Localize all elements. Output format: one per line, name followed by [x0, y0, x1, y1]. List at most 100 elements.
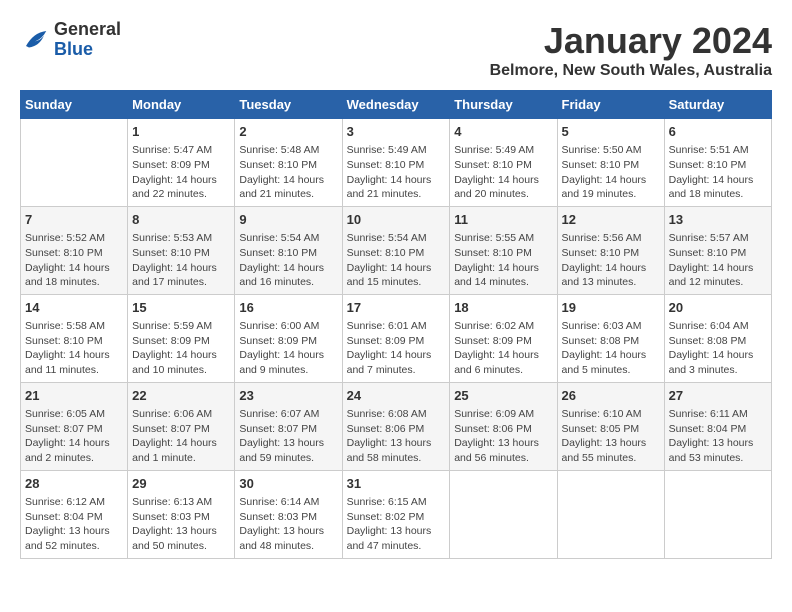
calendar-cell: 8Sunrise: 5:53 AM Sunset: 8:10 PM Daylig… — [128, 206, 235, 294]
calendar-cell: 21 Sunrise: 6:05 AM Sunset: 8:07 PM Dayli… — [21, 382, 128, 470]
day-number: 30 — [239, 475, 337, 493]
day-number: 16 — [239, 299, 337, 317]
day-info: Sunrise: 5:48 AM Sunset: 8:10 PM Dayligh… — [239, 143, 337, 202]
day-number: 5 — [562, 123, 660, 141]
day-header-saturday: Saturday — [664, 91, 771, 119]
calendar-cell: 19 Sunrise: 6:03 AM Sunset: 8:08 PM Dayli… — [557, 294, 664, 382]
day-number: 27 — [669, 387, 767, 405]
day-header-monday: Monday — [128, 91, 235, 119]
day-info: Sunrise: 5:55 AM Sunset: 8:10 PM Dayligh… — [454, 231, 552, 290]
day-number: 1 — [132, 123, 230, 141]
calendar-cell: 11Sunrise: 5:55 AM Sunset: 8:10 PM Dayli… — [450, 206, 557, 294]
day-info: Sunrise: 6:11 AM Sunset: 8:04 PM Dayligh… — [669, 407, 767, 466]
day-info: Sunrise: 5:59 AM Sunset: 8:09 PM Dayligh… — [132, 319, 230, 378]
logo-text: General Blue — [54, 20, 121, 60]
day-info: Sunrise: 5:47 AM Sunset: 8:09 PM Dayligh… — [132, 143, 230, 202]
header-row: SundayMondayTuesdayWednesdayThursdayFrid… — [21, 91, 772, 119]
day-info: Sunrise: 6:06 AM Sunset: 8:07 PM Dayligh… — [132, 407, 230, 466]
day-number: 20 — [669, 299, 767, 317]
day-number: 31 — [347, 475, 446, 493]
day-header-sunday: Sunday — [21, 91, 128, 119]
day-number: 9 — [239, 211, 337, 229]
day-number: 29 — [132, 475, 230, 493]
calendar-cell — [21, 119, 128, 207]
day-info: Sunrise: 6:10 AM Sunset: 8:05 PM Dayligh… — [562, 407, 660, 466]
calendar-cell: 13 Sunrise: 5:57 AM Sunset: 8:10 PM Dayli… — [664, 206, 771, 294]
calendar-cell: 2Sunrise: 5:48 AM Sunset: 8:10 PM Daylig… — [235, 119, 342, 207]
day-number: 25 — [454, 387, 552, 405]
day-header-tuesday: Tuesday — [235, 91, 342, 119]
day-number: 7 — [25, 211, 123, 229]
day-info: Sunrise: 5:51 AM Sunset: 8:10 PM Dayligh… — [669, 143, 767, 202]
day-info: Sunrise: 5:57 AM Sunset: 8:10 PM Dayligh… — [669, 231, 767, 290]
calendar-cell: 18Sunrise: 6:02 AM Sunset: 8:09 PM Dayli… — [450, 294, 557, 382]
day-number: 28 — [25, 475, 123, 493]
calendar-cell — [664, 470, 771, 558]
calendar-cell: 23Sunrise: 6:07 AM Sunset: 8:07 PM Dayli… — [235, 382, 342, 470]
day-number: 21 — [25, 387, 123, 405]
calendar-cell: 17 Sunrise: 6:01 AM Sunset: 8:09 PM Dayli… — [342, 294, 450, 382]
day-info: Sunrise: 5:52 AM Sunset: 8:10 PM Dayligh… — [25, 231, 123, 290]
day-info: Sunrise: 6:01 AM Sunset: 8:09 PM Dayligh… — [347, 319, 446, 378]
day-info: Sunrise: 6:00 AM Sunset: 8:09 PM Dayligh… — [239, 319, 337, 378]
day-number: 14 — [25, 299, 123, 317]
day-info: Sunrise: 6:08 AM Sunset: 8:06 PM Dayligh… — [347, 407, 446, 466]
subtitle: Belmore, New South Wales, Australia — [490, 62, 772, 80]
day-number: 24 — [347, 387, 446, 405]
day-number: 13 — [669, 211, 767, 229]
calendar-cell: 16 Sunrise: 6:00 AM Sunset: 8:09 PM Dayli… — [235, 294, 342, 382]
day-number: 22 — [132, 387, 230, 405]
day-info: Sunrise: 6:14 AM Sunset: 8:03 PM Dayligh… — [239, 495, 337, 554]
calendar-cell: 28 Sunrise: 6:12 AM Sunset: 8:04 PM Dayli… — [21, 470, 128, 558]
day-info: Sunrise: 6:03 AM Sunset: 8:08 PM Dayligh… — [562, 319, 660, 378]
day-info: Sunrise: 5:49 AM Sunset: 8:10 PM Dayligh… — [454, 143, 552, 202]
calendar-cell: 3 Sunrise: 5:49 AM Sunset: 8:10 PM Daylig… — [342, 119, 450, 207]
calendar-cell: 6 Sunrise: 5:51 AM Sunset: 8:10 PM Daylig… — [664, 119, 771, 207]
logo-icon — [20, 25, 50, 55]
calendar-week-5: 28 Sunrise: 6:12 AM Sunset: 8:04 PM Dayli… — [21, 470, 772, 558]
day-info: Sunrise: 5:49 AM Sunset: 8:10 PM Dayligh… — [347, 143, 446, 202]
calendar-cell: 26 Sunrise: 6:10 AM Sunset: 8:05 PM Dayli… — [557, 382, 664, 470]
day-number: 17 — [347, 299, 446, 317]
calendar-cell: 15Sunrise: 5:59 AM Sunset: 8:09 PM Dayli… — [128, 294, 235, 382]
day-number: 3 — [347, 123, 446, 141]
calendar-cell: 31 Sunrise: 6:15 AM Sunset: 8:02 PM Dayli… — [342, 470, 450, 558]
calendar-cell: 20 Sunrise: 6:04 AM Sunset: 8:08 PM Dayli… — [664, 294, 771, 382]
day-number: 10 — [347, 211, 446, 229]
day-number: 18 — [454, 299, 552, 317]
day-info: Sunrise: 5:58 AM Sunset: 8:10 PM Dayligh… — [25, 319, 123, 378]
day-info: Sunrise: 6:15 AM Sunset: 8:02 PM Dayligh… — [347, 495, 446, 554]
calendar-table: SundayMondayTuesdayWednesdayThursdayFrid… — [20, 90, 772, 559]
day-number: 26 — [562, 387, 660, 405]
header: General Blue January 2024 Belmore, New S… — [20, 20, 772, 80]
calendar-cell — [450, 470, 557, 558]
day-info: Sunrise: 6:09 AM Sunset: 8:06 PM Dayligh… — [454, 407, 552, 466]
calendar-cell: 29Sunrise: 6:13 AM Sunset: 8:03 PM Dayli… — [128, 470, 235, 558]
calendar-cell: 7 Sunrise: 5:52 AM Sunset: 8:10 PM Daylig… — [21, 206, 128, 294]
day-info: Sunrise: 5:50 AM Sunset: 8:10 PM Dayligh… — [562, 143, 660, 202]
calendar-cell: 30 Sunrise: 6:14 AM Sunset: 8:03 PM Dayli… — [235, 470, 342, 558]
day-info: Sunrise: 5:53 AM Sunset: 8:10 PM Dayligh… — [132, 231, 230, 290]
day-info: Sunrise: 6:12 AM Sunset: 8:04 PM Dayligh… — [25, 495, 123, 554]
day-header-wednesday: Wednesday — [342, 91, 450, 119]
day-info: Sunrise: 5:56 AM Sunset: 8:10 PM Dayligh… — [562, 231, 660, 290]
day-number: 4 — [454, 123, 552, 141]
calendar-week-4: 21 Sunrise: 6:05 AM Sunset: 8:07 PM Dayli… — [21, 382, 772, 470]
day-number: 19 — [562, 299, 660, 317]
calendar-cell: 25 Sunrise: 6:09 AM Sunset: 8:06 PM Dayli… — [450, 382, 557, 470]
calendar-week-1: 1 Sunrise: 5:47 AM Sunset: 8:09 PM Daylig… — [21, 119, 772, 207]
logo: General Blue — [20, 20, 121, 60]
day-info: Sunrise: 6:04 AM Sunset: 8:08 PM Dayligh… — [669, 319, 767, 378]
day-number: 12 — [562, 211, 660, 229]
day-number: 23 — [239, 387, 337, 405]
main-title: January 2024 — [490, 20, 772, 62]
title-area: January 2024 Belmore, New South Wales, A… — [490, 20, 772, 80]
calendar-cell: 12 Sunrise: 5:56 AM Sunset: 8:10 PM Dayli… — [557, 206, 664, 294]
calendar-cell: 9Sunrise: 5:54 AM Sunset: 8:10 PM Daylig… — [235, 206, 342, 294]
day-header-friday: Friday — [557, 91, 664, 119]
calendar-week-3: 14 Sunrise: 5:58 AM Sunset: 8:10 PM Dayli… — [21, 294, 772, 382]
day-number: 6 — [669, 123, 767, 141]
day-header-thursday: Thursday — [450, 91, 557, 119]
day-info: Sunrise: 6:05 AM Sunset: 8:07 PM Dayligh… — [25, 407, 123, 466]
calendar-cell: 27 Sunrise: 6:11 AM Sunset: 8:04 PM Dayli… — [664, 382, 771, 470]
